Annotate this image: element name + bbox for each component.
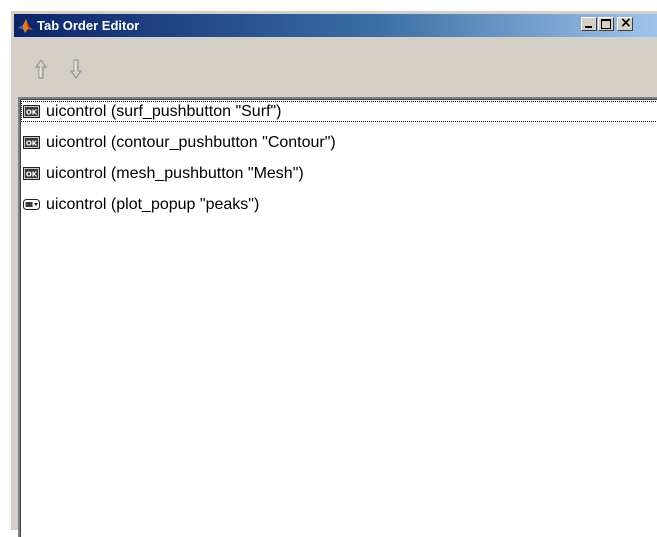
list-item-label: uicontrol (mesh_pushbutton "Mesh") (46, 165, 304, 182)
maximize-icon[interactable] (598, 17, 614, 31)
pushbutton-icon: OK (23, 105, 40, 118)
list-item-label: uicontrol (contour_pushbutton "Contour") (46, 134, 336, 151)
toolbar (14, 38, 657, 92)
tab-order-list[interactable]: OK uicontrol (surf_pushbutton "Surf") OK… (18, 97, 657, 537)
pushbutton-icon: OK (23, 167, 40, 180)
window-title: Tab Order Editor (37, 18, 140, 33)
move-down-icon[interactable] (66, 59, 88, 81)
close-icon[interactable]: × (617, 15, 633, 31)
popupmenu-icon (23, 198, 40, 211)
svg-text:OK: OK (26, 140, 38, 148)
matlab-icon (17, 17, 34, 34)
title-bar[interactable]: Tab Order Editor × (14, 14, 657, 37)
list-item[interactable]: uicontrol (plot_popup "peaks") (21, 194, 657, 215)
svg-text:OK: OK (26, 171, 38, 179)
list-item-label: uicontrol (surf_pushbutton "Surf") (46, 103, 282, 120)
move-up-icon[interactable] (31, 59, 53, 81)
close-glyph: × (620, 15, 632, 31)
list-item-label: uicontrol (plot_popup "peaks") (46, 196, 260, 213)
pushbutton-icon: OK (23, 136, 40, 149)
minimize-icon[interactable] (581, 17, 597, 31)
list-item[interactable]: OK uicontrol (surf_pushbutton "Surf") (21, 101, 657, 122)
list-item[interactable]: OK uicontrol (contour_pushbutton "Contou… (21, 132, 657, 153)
svg-text:OK: OK (26, 109, 38, 117)
list-item[interactable]: OK uicontrol (mesh_pushbutton "Mesh") (21, 163, 657, 184)
tab-order-editor-window: Tab Order Editor × OK uicontrol (surf_pu… (10, 10, 657, 537)
